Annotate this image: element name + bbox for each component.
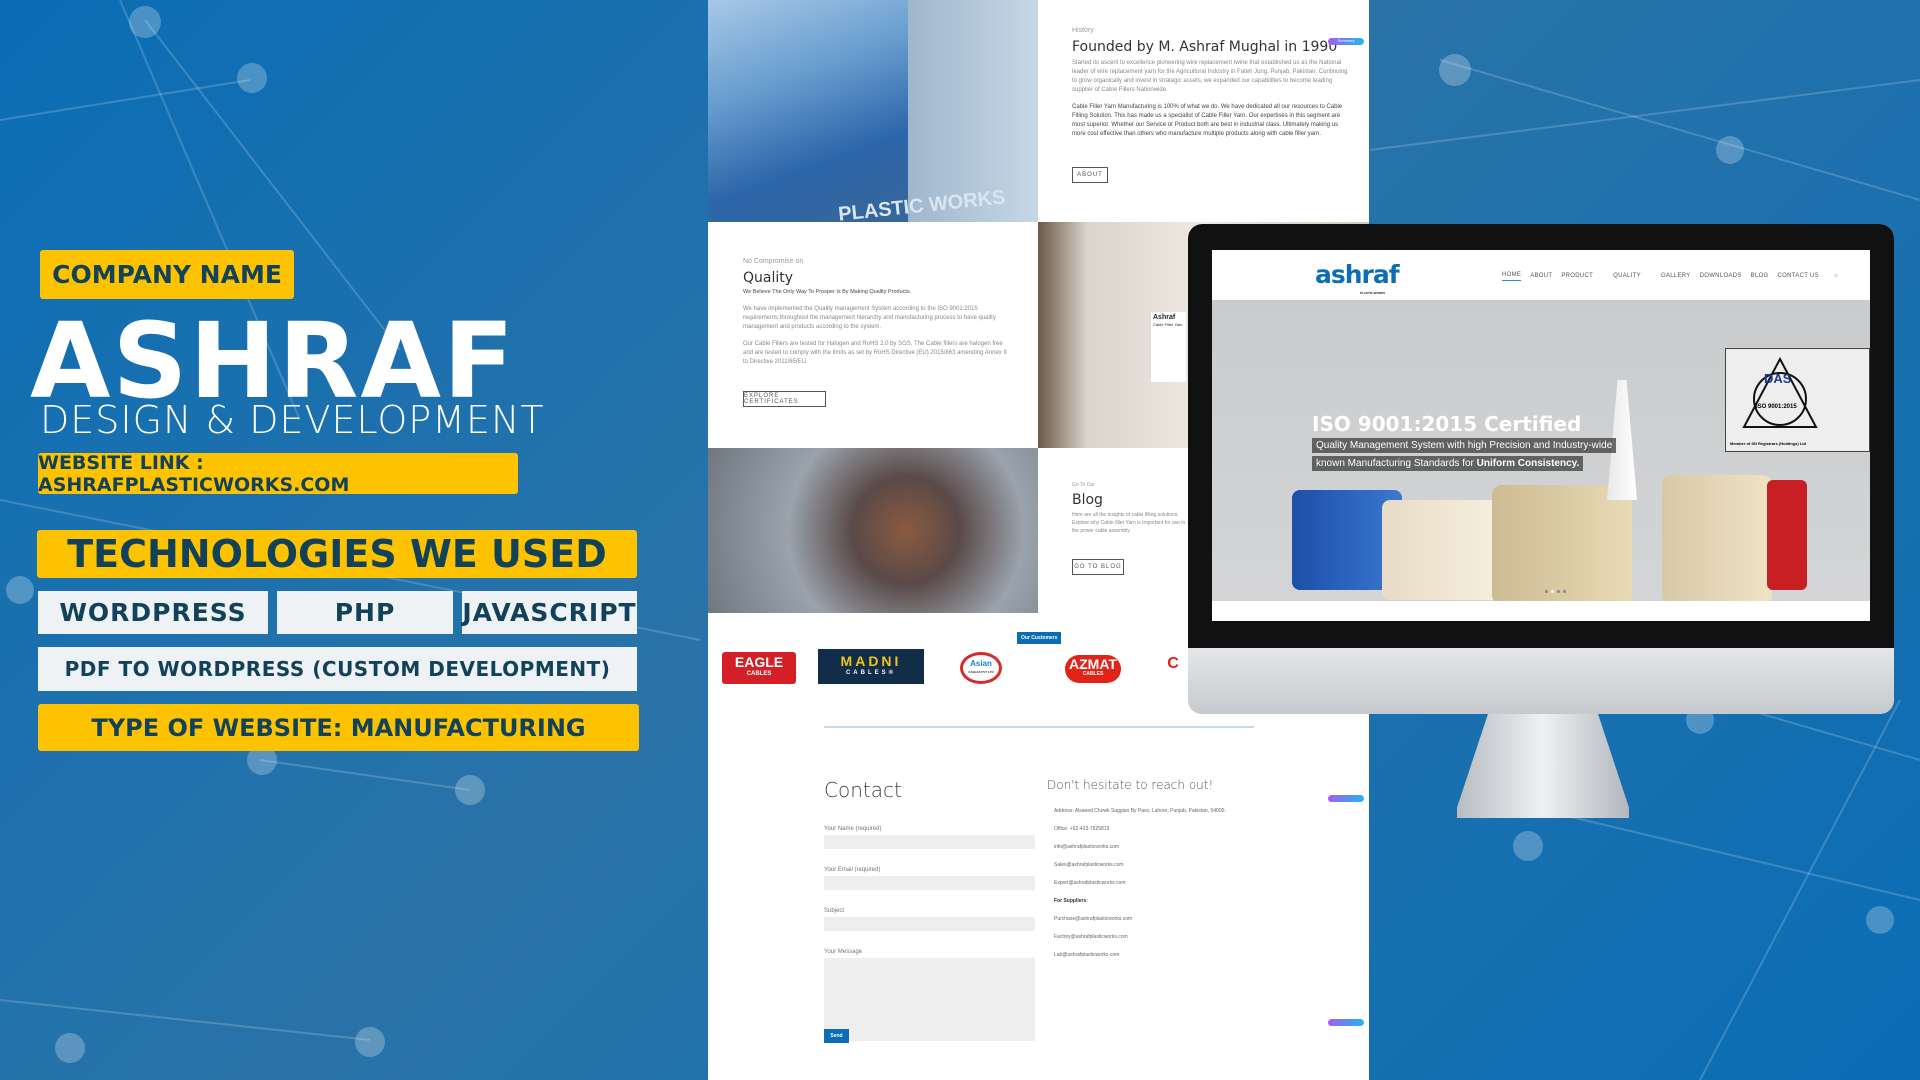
cert-text: ISO 9001:2015 xyxy=(1756,404,1797,410)
suppliers-label: For Suppliers: xyxy=(1054,898,1088,904)
customer-logo-asian: Asian CABLES PVT LTD xyxy=(960,652,1002,684)
hero-slider: ISO 9001:2015 Certified Quality Manageme… xyxy=(1212,300,1870,601)
email-purchase[interactable]: Purchase@ashrafplasticworks.com xyxy=(1054,916,1294,922)
email-export[interactable]: Export@ashrafplasticworks.com xyxy=(1054,880,1294,886)
nav-blog[interactable]: BLOG xyxy=(1751,273,1769,279)
slider-dot[interactable] xyxy=(1563,590,1566,593)
message-label: Your Message xyxy=(824,949,863,955)
contact-title: Contact xyxy=(824,778,902,802)
customer-logo-partial: C xyxy=(1167,655,1179,672)
history-para1: Started its ascent to excellence pioneer… xyxy=(1072,60,1348,93)
message-textarea[interactable] xyxy=(824,958,1035,1041)
email-factory[interactable]: Factory@ashrafplasticworks.com xyxy=(1054,934,1294,940)
hero-line1: Quality Management System with high Prec… xyxy=(1312,438,1617,453)
history-para2: Cable Filler Yarn Manufacturing is 100% … xyxy=(1072,104,1343,137)
quality-title: Quality xyxy=(743,270,794,286)
tech-php: PHP xyxy=(277,591,453,634)
technologies-heading: TECHNOLOGIES WE USED xyxy=(37,530,637,578)
das-triangle-icon xyxy=(1742,356,1818,428)
email-lab[interactable]: Lab@ashrafplasticworks.com xyxy=(1054,952,1294,958)
tech-wordpress: WORDPRESS xyxy=(38,591,268,634)
company-name-label: COMPANY NAME xyxy=(40,250,294,299)
reach-out-title: Don't hesitate to reach out! xyxy=(1047,778,1214,792)
slider-dot[interactable] xyxy=(1557,590,1560,593)
website-type: TYPE OF WEBSITE: MANUFACTURING xyxy=(38,704,639,751)
section-divider xyxy=(824,726,1254,728)
contact-form: Your Name (required) Your Email (require… xyxy=(824,826,1035,1059)
website-link[interactable]: WEBSITE LINK : ASHRAFPLASTICWORKS.COM xyxy=(38,452,518,496)
search-icon[interactable]: ⌕ xyxy=(1834,271,1838,281)
office-phone: Office: +92-423-7925819 xyxy=(1054,826,1110,832)
history-section: History Founded by M. Ashraf Mughal in 1… xyxy=(1072,27,1352,139)
nav-home[interactable]: HOME xyxy=(1502,272,1522,281)
nav-about[interactable]: ABOUT xyxy=(1530,273,1552,279)
about-button[interactable]: ABOUT xyxy=(1072,167,1108,183)
name-input[interactable] xyxy=(824,835,1035,849)
customer-logo-azmat: AZMAT CABLES xyxy=(1065,655,1121,683)
quality-eyebrow: No Compromise on xyxy=(743,258,804,265)
quality-tagline: We Believe The Only Way To Prosper Is By… xyxy=(743,289,912,295)
custom-development: PDF TO WORDPRESS (CUSTOM DEVELOPMENT) xyxy=(38,647,637,691)
slider-dots xyxy=(1545,590,1566,593)
site-logo[interactable]: ashraf xyxy=(1315,260,1400,289)
site-logo-sub: PLASTIC WORKS xyxy=(1360,291,1386,295)
summary-badge-2[interactable] xyxy=(1328,795,1364,802)
machine-image xyxy=(708,448,1038,613)
contact-info: Address: Alsaeed Chowk Saggian By Pass, … xyxy=(1054,808,1294,970)
history-title: Founded by M. Ashraf Mughal in 1990 xyxy=(1072,39,1338,55)
subject-label: Subject xyxy=(824,908,845,914)
blog-section: Go To Our Blog Here are all the insights… xyxy=(1072,482,1192,535)
hero-line2: known Manufacturing Standards for Unifor… xyxy=(1312,456,1584,471)
monitor-stand xyxy=(1457,714,1629,818)
subtitle: DESIGN & DEVELOPMENT xyxy=(40,398,545,442)
subject-input[interactable] xyxy=(824,917,1035,931)
summary-badge[interactable]: Summary xyxy=(1328,38,1364,45)
slider-dot-active[interactable] xyxy=(1551,590,1554,593)
site-nav: HOME ABOUT PRODUCT QUALITY GALLERY DOWNL… xyxy=(1502,271,1838,281)
send-button[interactable]: Send xyxy=(824,1029,849,1043)
nav-product[interactable]: PRODUCT xyxy=(1561,273,1593,279)
slider-dot[interactable] xyxy=(1545,590,1548,593)
explore-certificates-button[interactable]: EXPLORE CERTIFICATES xyxy=(743,391,826,407)
email-input[interactable] xyxy=(824,876,1035,890)
customers-label: Our Customers xyxy=(1017,632,1062,644)
blog-para: Here are all the insights of cable filli… xyxy=(1072,512,1186,534)
blog-eyebrow: Go To Our xyxy=(1072,482,1095,488)
go-to-blog-button[interactable]: GO TO BLOG xyxy=(1072,559,1124,575)
monitor: ashraf PLASTIC WORKS HOME ABOUT PRODUCT … xyxy=(1188,224,1894,714)
building-image: PLASTIC WORKS xyxy=(708,0,1038,222)
monitor-screen: ashraf PLASTIC WORKS HOME ABOUT PRODUCT … xyxy=(1212,250,1870,621)
blog-title: Blog xyxy=(1072,492,1103,508)
nav-gallery[interactable]: GALLERY xyxy=(1661,273,1691,279)
quality-para1: We have implemented the Quality manageme… xyxy=(743,306,996,330)
nav-downloads[interactable]: DOWNLOADS xyxy=(1700,273,1742,279)
cert-brand: DAS xyxy=(1764,371,1792,386)
address: Address: Alsaeed Chowk Saggian By Pass, … xyxy=(1054,808,1226,814)
cert-member: Member of SN Registrars (Holdings) Ltd xyxy=(1730,441,1807,446)
email-label: Your Email (required) xyxy=(824,867,881,873)
hero-title: ISO 9001:2015 Certified xyxy=(1312,412,1582,436)
customer-logo-madni: MADNI CABLES® xyxy=(818,649,924,684)
iso-certificate-badge: DAS ISO 9001:2015 Member of SN Registrar… xyxy=(1725,348,1870,452)
tech-javascript: JAVASCRIPT xyxy=(462,591,637,634)
quality-para2: Our Cable Fillers are tested for Halogen… xyxy=(743,341,1007,365)
summary-badge-3[interactable] xyxy=(1328,1019,1364,1026)
email-sales[interactable]: Sales@ashrafplasticworks.com xyxy=(1054,862,1294,868)
spool-label: Ashraf Cable Filler Yarn xyxy=(1151,312,1186,382)
customer-logo-eagle: EAGLE CABLES xyxy=(722,652,796,684)
history-eyebrow: History xyxy=(1072,27,1094,34)
email-info[interactable]: info@ashrafplasticworks.com xyxy=(1054,844,1294,850)
name-label: Your Name (required) xyxy=(824,826,882,832)
nav-contact[interactable]: CONTACT US xyxy=(1778,273,1819,279)
quality-section: No Compromise on Quality We Believe The … xyxy=(743,258,1013,367)
nav-quality[interactable]: QUALITY xyxy=(1613,273,1641,279)
